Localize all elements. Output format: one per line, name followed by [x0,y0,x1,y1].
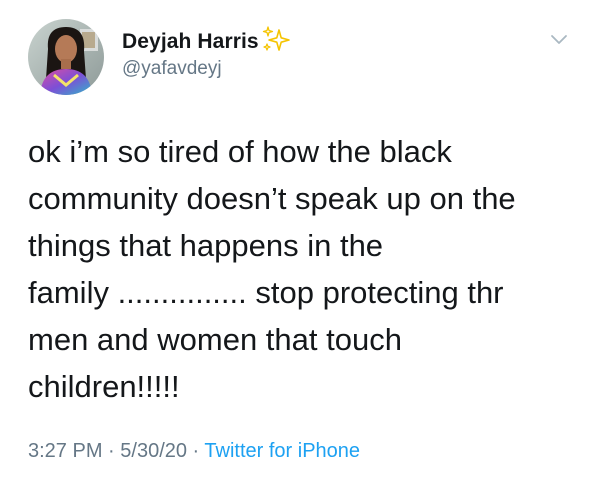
tweet-text-line: community doesn’t speak up on the [28,181,516,216]
meta-separator: · [102,440,121,462]
tweet-text-line: children!!!!! [28,369,180,404]
tweet-text-line: things that happens in the [28,228,384,263]
sparkles-icon [261,26,291,54]
profile-photo-icon [28,19,104,95]
author-handle[interactable]: @yafavdeyj [122,58,222,80]
author-name-row[interactable]: Deyjah Harris [122,26,291,55]
tweet-source-link[interactable]: Twitter for iPhone [204,440,360,462]
tweet-text-line: ok i’m so tired of how the black [28,134,452,169]
tweet-card: Deyjah Harris @yafavdeyj ok i’m so tired… [0,0,595,484]
tweet-date[interactable]: 5/30/20 [120,440,187,462]
display-name[interactable]: Deyjah Harris [122,30,259,54]
tweet-text: ok i’m so tired of how the black communi… [28,128,568,410]
tweet-text-line: family ............... stop protecting t… [28,275,504,310]
tweet-meta: 3:27 PM · 5/30/20 · Twitter for iPhone [28,440,360,463]
meta-separator: · [187,440,205,462]
tweet-time[interactable]: 3:27 PM [28,440,102,462]
avatar[interactable] [28,19,104,95]
tweet-text-line: men and women that touch [28,322,402,357]
chevron-down-icon[interactable] [550,33,568,45]
